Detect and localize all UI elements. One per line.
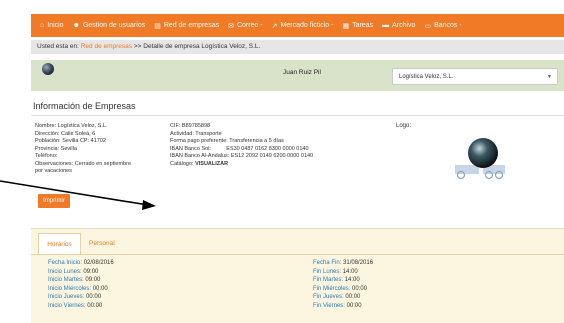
annotation-arrow: [0, 180, 156, 210]
